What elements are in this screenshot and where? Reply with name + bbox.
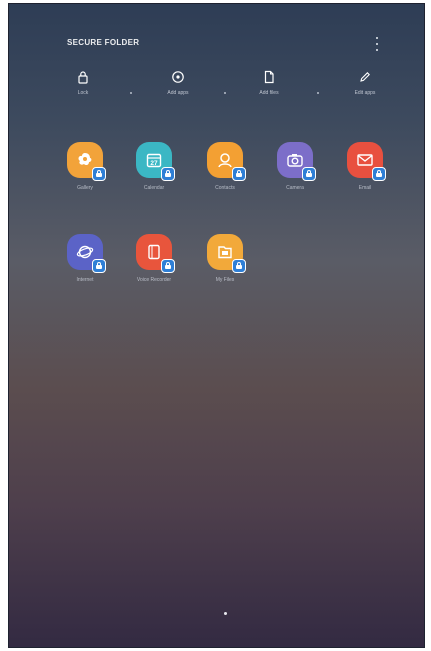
calendar-icon: 27	[136, 142, 175, 181]
separator-dot	[130, 92, 132, 94]
contacts-icon	[207, 142, 246, 181]
pencil-icon	[360, 72, 370, 82]
add-files-label: Add files	[259, 90, 279, 96]
add-icon	[172, 71, 184, 83]
lock-badge-icon	[161, 259, 175, 273]
lock-badge-icon	[302, 167, 316, 181]
app-label: Calendar	[143, 185, 165, 191]
quick-actions: Lock Add apps Add files Edit apps	[9, 70, 424, 114]
app-label: Voice Recorder	[136, 277, 172, 283]
lock-icon	[78, 71, 88, 84]
file-icon	[264, 70, 274, 84]
lock-button[interactable]: Lock	[48, 70, 118, 96]
lock-label: Lock	[77, 90, 89, 96]
my-files-icon	[207, 234, 246, 273]
lock-badge-icon	[92, 167, 106, 181]
gallery-icon	[67, 142, 106, 181]
page-indicator	[224, 612, 227, 615]
app-gallery[interactable]: Gallery	[49, 142, 121, 191]
app-label: Gallery	[77, 185, 93, 191]
more-options-icon[interactable]	[374, 37, 380, 51]
add-apps-label: Add apps	[167, 90, 189, 96]
internet-icon	[67, 234, 106, 273]
secure-folder-screen: SECURE FOLDER Lock Add apps Add files Ed…	[8, 3, 425, 648]
add-apps-button[interactable]: Add apps	[143, 70, 213, 96]
app-my-files[interactable]: My Files	[189, 234, 261, 283]
app-contacts[interactable]: Contacts	[189, 142, 261, 191]
edit-apps-label: Edit apps	[354, 90, 376, 96]
add-files-button[interactable]: Add files	[234, 70, 304, 96]
app-email[interactable]: Email	[329, 142, 401, 191]
lock-badge-icon	[92, 259, 106, 273]
header: SECURE FOLDER	[9, 32, 424, 56]
app-internet[interactable]: Internet	[49, 234, 121, 283]
lock-badge-icon	[232, 259, 246, 273]
app-label: Internet	[76, 277, 94, 283]
voice-recorder-icon	[136, 234, 175, 273]
app-calendar[interactable]: 27 Calendar	[118, 142, 190, 191]
svg-text:27: 27	[150, 160, 158, 167]
email-icon	[347, 142, 386, 181]
app-label: Camera	[286, 185, 304, 191]
separator-dot	[224, 92, 226, 94]
camera-icon	[277, 142, 316, 181]
app-camera[interactable]: Camera	[259, 142, 331, 191]
app-label: My Files	[215, 277, 235, 283]
lock-badge-icon	[232, 167, 246, 181]
lock-badge-icon	[372, 167, 386, 181]
lock-badge-icon	[161, 167, 175, 181]
app-voice-recorder[interactable]: Voice Recorder	[118, 234, 190, 283]
edit-apps-button[interactable]: Edit apps	[330, 70, 400, 96]
app-label: Email	[358, 185, 372, 191]
page-title: SECURE FOLDER	[67, 38, 140, 47]
separator-dot	[317, 92, 319, 94]
app-label: Contacts	[215, 185, 235, 191]
